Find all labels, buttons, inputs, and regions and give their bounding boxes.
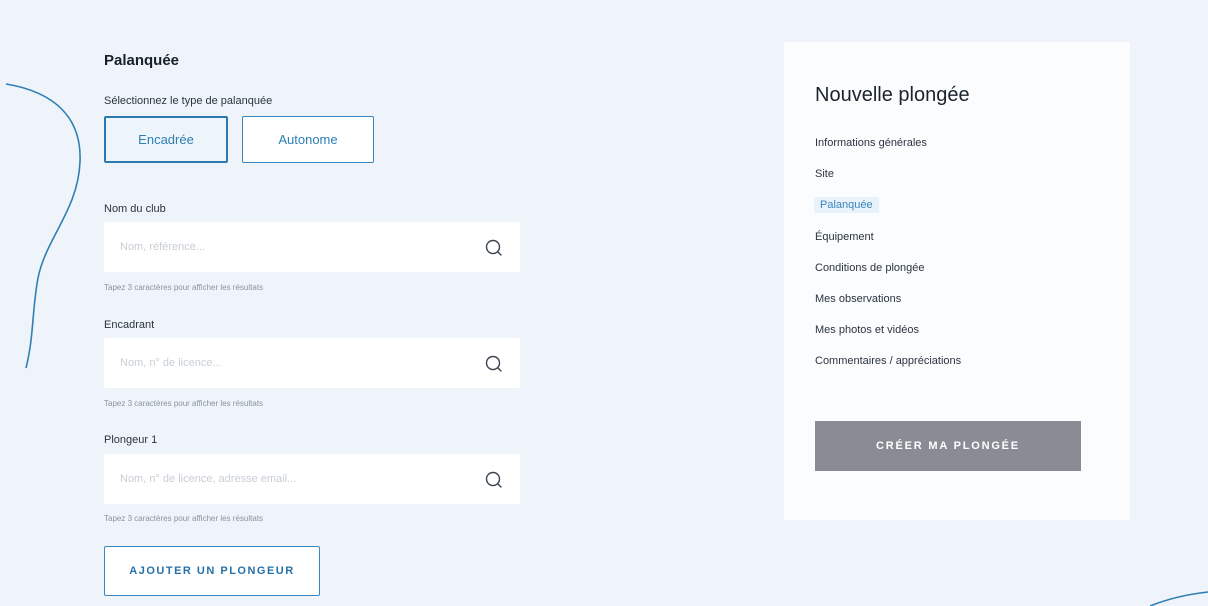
encadrant-placeholder: Nom, n° de licence... [120, 357, 222, 369]
encadrant-input[interactable]: Nom, n° de licence... [104, 338, 520, 388]
search-icon[interactable] [484, 238, 504, 258]
plongeur1-hint: Tapez 3 caractères pour afficher les rés… [104, 514, 264, 523]
nav-item-equipement[interactable]: Équipement [815, 231, 874, 243]
nav-item-palanquee[interactable]: Palanquée [814, 197, 879, 213]
encadrant-hint: Tapez 3 caractères pour afficher les rés… [104, 399, 264, 408]
nav-item-observations[interactable]: Mes observations [815, 293, 901, 305]
search-icon[interactable] [484, 354, 504, 374]
section-title: Palanquée [104, 52, 180, 69]
new-dive-panel: Nouvelle plongée Informations générales … [784, 42, 1130, 520]
plongeur1-placeholder: Nom, n° de licence, adresse email... [120, 473, 297, 485]
plongeur1-label: Plongeur 1 [104, 434, 158, 446]
nav-item-conditions[interactable]: Conditions de plongée [815, 262, 924, 274]
search-icon[interactable] [484, 470, 504, 490]
nav-item-informations-generales[interactable]: Informations générales [815, 137, 927, 149]
nav-item-commentaires[interactable]: Commentaires / appréciations [815, 355, 961, 367]
club-input[interactable]: Nom, référence... [104, 222, 520, 272]
club-placeholder: Nom, référence... [120, 241, 205, 253]
type-label: Sélectionnez le type de palanquée [104, 95, 273, 107]
club-hint: Tapez 3 caractères pour afficher les rés… [104, 283, 264, 292]
encadrant-label: Encadrant [104, 319, 155, 331]
nav-item-site[interactable]: Site [815, 168, 834, 180]
add-diver-button[interactable]: AJOUTER UN PLONGEUR [104, 546, 320, 596]
nav-item-photos-videos[interactable]: Mes photos et vidéos [815, 324, 919, 336]
panel-title: Nouvelle plongée [815, 84, 970, 106]
club-label: Nom du club [104, 203, 166, 215]
type-autonome-button[interactable]: Autonome [242, 116, 374, 163]
type-encadree-button[interactable]: Encadrée [104, 116, 228, 163]
plongeur1-input[interactable]: Nom, n° de licence, adresse email... [104, 454, 520, 504]
create-dive-button[interactable]: CRÉER MA PLONGÉE [815, 421, 1081, 471]
